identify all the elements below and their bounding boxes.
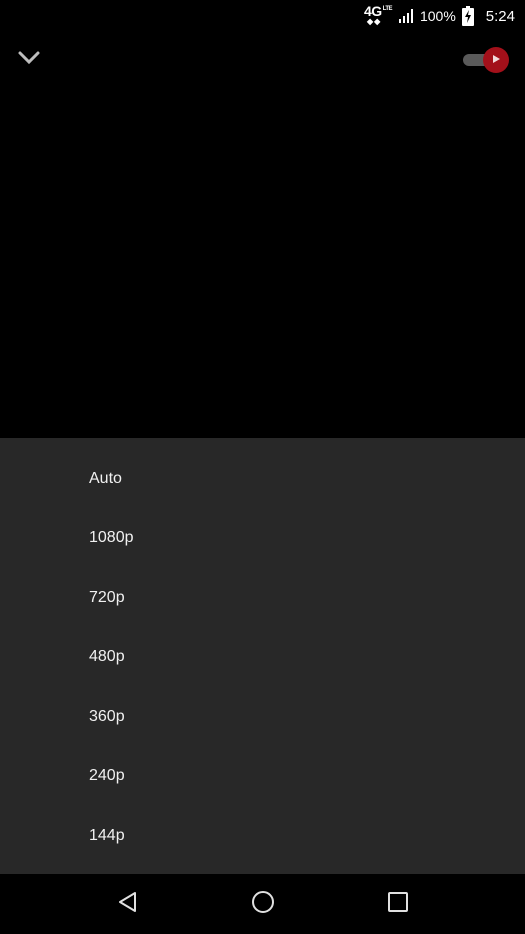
quality-option-720p[interactable]: 720p <box>0 568 525 628</box>
home-circle-icon <box>250 889 276 920</box>
autoplay-knob <box>483 47 509 73</box>
navigation-bar <box>0 874 525 934</box>
back-triangle-icon <box>116 890 140 919</box>
quality-menu: Auto 1080p 720p 480p 360p 240p 144p <box>0 438 525 874</box>
quality-option-480p[interactable]: 480p <box>0 628 525 688</box>
chevron-down-icon <box>17 50 41 71</box>
battery-charging-icon <box>461 6 474 26</box>
quality-option-144p[interactable]: 144p <box>0 806 525 866</box>
autoplay-toggle[interactable] <box>463 47 509 73</box>
battery-percent: 100% <box>419 8 456 24</box>
quality-option-360p[interactable]: 360p <box>0 687 525 747</box>
network-sub-label: LTE <box>382 6 393 12</box>
recents-button[interactable] <box>374 880 422 928</box>
recents-square-icon <box>386 890 410 919</box>
status-bar: 4G LTE ◆◆ 100% 5:24 <box>0 0 525 32</box>
video-player[interactable] <box>0 32 525 438</box>
quality-option-240p[interactable]: 240p <box>0 747 525 807</box>
signal-icon <box>398 8 414 24</box>
network-indicator: 4G LTE ◆◆ <box>364 3 393 29</box>
quality-option-auto[interactable]: Auto <box>0 449 525 509</box>
collapse-player-button[interactable] <box>14 48 44 72</box>
clock: 5:24 <box>485 7 515 25</box>
back-button[interactable] <box>104 880 152 928</box>
data-activity-icon: ◆◆ <box>366 17 382 26</box>
quality-option-1080p[interactable]: 1080p <box>0 509 525 569</box>
play-icon <box>491 51 501 69</box>
home-button[interactable] <box>239 880 287 928</box>
